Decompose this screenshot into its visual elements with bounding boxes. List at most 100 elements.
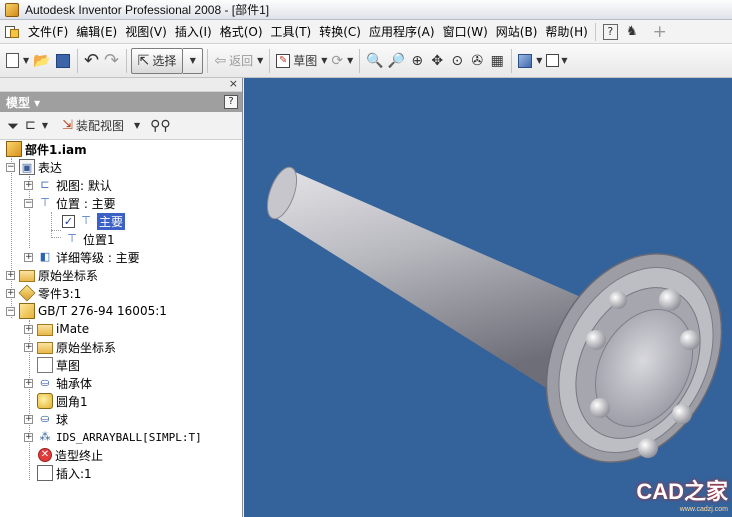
filter-button[interactable]: ⏷: [4, 115, 22, 137]
menu-insert[interactable]: 插入(I): [171, 22, 216, 42]
select-label: 选择: [152, 54, 177, 68]
tree-label: 原始坐标系: [56, 340, 117, 355]
tree-item-origin[interactable]: + 原始坐标系: [6, 266, 98, 284]
chevron-down-icon: ▼: [41, 121, 49, 130]
tree-item-pattern[interactable]: + ⁂ IDS_ARRAYBALL[SIMPL:T]: [24, 428, 202, 446]
tree-connector: [51, 212, 52, 238]
zoom-all-icon: 🔍: [366, 52, 384, 69]
sketch-pencil-icon: ✎: [276, 53, 291, 68]
expand-icon[interactable]: +: [24, 414, 33, 424]
new-button[interactable]: ▼: [4, 49, 31, 73]
tree-label: 插入:1: [56, 466, 92, 481]
menu-convert[interactable]: 转换(C): [315, 22, 365, 42]
assembly-view-button[interactable]: ⇲ 装配视图 ▼: [59, 115, 143, 137]
menu-file[interactable]: 文件(F): [24, 22, 72, 42]
menu-tools[interactable]: 工具(T): [267, 22, 316, 42]
standard-toolbar: ▼ 📂 ↶ ↷ ⇱ 选择 ▼ ⇦ 返回 ▼ ✎ 草图 ▼ ⟳ ▼ 🔍 🔎 ⊕ ✥ ⊙ ✇ ▦…: [0, 44, 732, 78]
chevron-down-icon[interactable]: ▼: [347, 56, 353, 65]
checkbox-checked[interactable]: ✓: [62, 214, 75, 228]
rotate-button[interactable]: ✇: [467, 49, 487, 73]
update-button[interactable]: ⟳ ▼: [329, 49, 355, 73]
graphics-viewport[interactable]: CAD之家 www.cadzj.com: [244, 78, 732, 517]
tree-item-position-main[interactable]: ✓ ⊤ 主要: [62, 212, 126, 230]
menu-view[interactable]: 视图(V): [121, 22, 171, 42]
find-button[interactable]: ⚲⚲: [147, 115, 174, 137]
tree-item-revolve[interactable]: + ⛀ 轴承体: [24, 374, 92, 392]
redo-button[interactable]: ↷: [102, 49, 122, 73]
look-at-button[interactable]: ▦: [487, 49, 507, 73]
model-browser-panel: × 模型 ▾ ? ⏷ ⊏ ▼ ⇲ 装配视图 ▼ ⚲⚲ 部件1.iam − ▣ 表达 +…: [0, 77, 243, 517]
add-icon[interactable]: +: [650, 22, 670, 42]
tree-label: iMate: [56, 322, 90, 336]
tree-item-gb-part[interactable]: − GB/T 276-94 16005:1: [6, 302, 167, 320]
tree-item-part3[interactable]: + 零件3:1: [6, 284, 81, 302]
chevron-down-icon[interactable]: ▼: [561, 56, 567, 65]
undo-icon: ↶: [84, 50, 100, 71]
expand-icon[interactable]: +: [24, 378, 33, 388]
close-icon[interactable]: ×: [229, 77, 238, 90]
menu-window[interactable]: 窗口(W): [439, 22, 492, 42]
menu-edit[interactable]: 编辑(E): [72, 22, 121, 42]
undo-button[interactable]: ↶: [82, 49, 102, 73]
tree-item-view[interactable]: + ⊏ 视图: 默认: [24, 176, 112, 194]
panel-title[interactable]: 模型 ▾: [6, 94, 40, 111]
document-icon[interactable]: [3, 23, 21, 41]
expand-icon[interactable]: +: [24, 252, 33, 262]
zoom-all-button[interactable]: 🔍: [364, 49, 385, 73]
bearing-shaft-model[interactable]: [244, 78, 732, 517]
revolve-icon: ⛀: [40, 376, 50, 389]
zoom-selected-button[interactable]: ⊙: [447, 49, 467, 73]
chevron-down-icon[interactable]: ▼: [536, 56, 542, 65]
tree-item-position1[interactable]: ⊤ 位置1: [62, 230, 114, 248]
browser-view-button[interactable]: ⊏ ▼: [22, 115, 51, 137]
expand-icon[interactable]: +: [24, 342, 33, 352]
tree-item-fillet[interactable]: 圆角1: [37, 392, 88, 410]
tree-label: 表达: [38, 160, 63, 175]
level-of-detail-icon: ◧: [39, 250, 51, 263]
design-assistant-icon[interactable]: ♞: [622, 22, 642, 42]
whats-this-help-icon[interactable]: ?: [602, 23, 618, 40]
menu-applications[interactable]: 应用程序(A): [365, 22, 439, 42]
menu-help[interactable]: 帮助(H): [541, 22, 591, 42]
collapse-icon[interactable]: −: [6, 162, 15, 172]
tree-item-level-of-detail[interactable]: + ◧ 详细等级 : 主要: [24, 248, 140, 266]
expand-icon[interactable]: +: [6, 288, 15, 298]
tree-item-end-of-part[interactable]: ✕ 造型终止: [37, 446, 103, 464]
save-button[interactable]: [53, 49, 73, 73]
return-button[interactable]: ⇦ 返回 ▼: [212, 49, 265, 73]
zoom-icon: ⊕: [411, 52, 424, 69]
select-dropdown[interactable]: ▼: [183, 47, 204, 74]
help-icon[interactable]: ?: [224, 95, 238, 109]
pan-button[interactable]: ✥: [427, 49, 447, 73]
chevron-down-icon[interactable]: ▼: [257, 56, 263, 65]
expand-icon[interactable]: +: [24, 324, 33, 334]
chevron-down-icon[interactable]: ▼: [23, 56, 29, 65]
display-mode-button[interactable]: ▼: [516, 49, 544, 73]
tree-item-position[interactable]: − ⊤ 位置 : 主要: [24, 194, 116, 212]
tree-item-assembly-root[interactable]: 部件1.iam: [6, 140, 87, 158]
expand-icon[interactable]: +: [24, 180, 33, 190]
open-button[interactable]: 📂: [31, 49, 52, 73]
select-button[interactable]: ⇱ 选择: [130, 47, 184, 74]
menu-website[interactable]: 网站(B): [492, 22, 542, 42]
menu-format[interactable]: 格式(O): [216, 22, 267, 42]
position-icon: ⊤: [67, 232, 77, 245]
camera-button[interactable]: ▼: [544, 49, 569, 73]
zoom-button[interactable]: ⊕: [407, 49, 427, 73]
tree-item-imate[interactable]: + iMate: [24, 320, 89, 338]
chevron-down-icon[interactable]: ▼: [321, 56, 327, 65]
expand-icon[interactable]: +: [6, 270, 15, 280]
tree-item-ball[interactable]: + ⛀ 球: [24, 410, 68, 428]
collapse-icon[interactable]: −: [6, 306, 15, 316]
sketch-button[interactable]: ✎ 草图 ▼: [274, 49, 329, 73]
tree-item-origin2[interactable]: + 原始坐标系: [24, 338, 116, 356]
tree-item-representations[interactable]: − ▣ 表达: [6, 158, 62, 176]
menu-separator: [594, 22, 596, 41]
zoom-window-button[interactable]: 🔎: [386, 49, 407, 73]
tree-item-sketch[interactable]: 草图: [37, 356, 80, 374]
collapse-icon[interactable]: −: [24, 198, 33, 208]
tree-item-insert[interactable]: 插入:1: [37, 464, 92, 482]
tree-label: 位置 : 主要: [56, 196, 116, 211]
part-icon: [19, 303, 35, 319]
expand-icon[interactable]: +: [24, 432, 33, 442]
